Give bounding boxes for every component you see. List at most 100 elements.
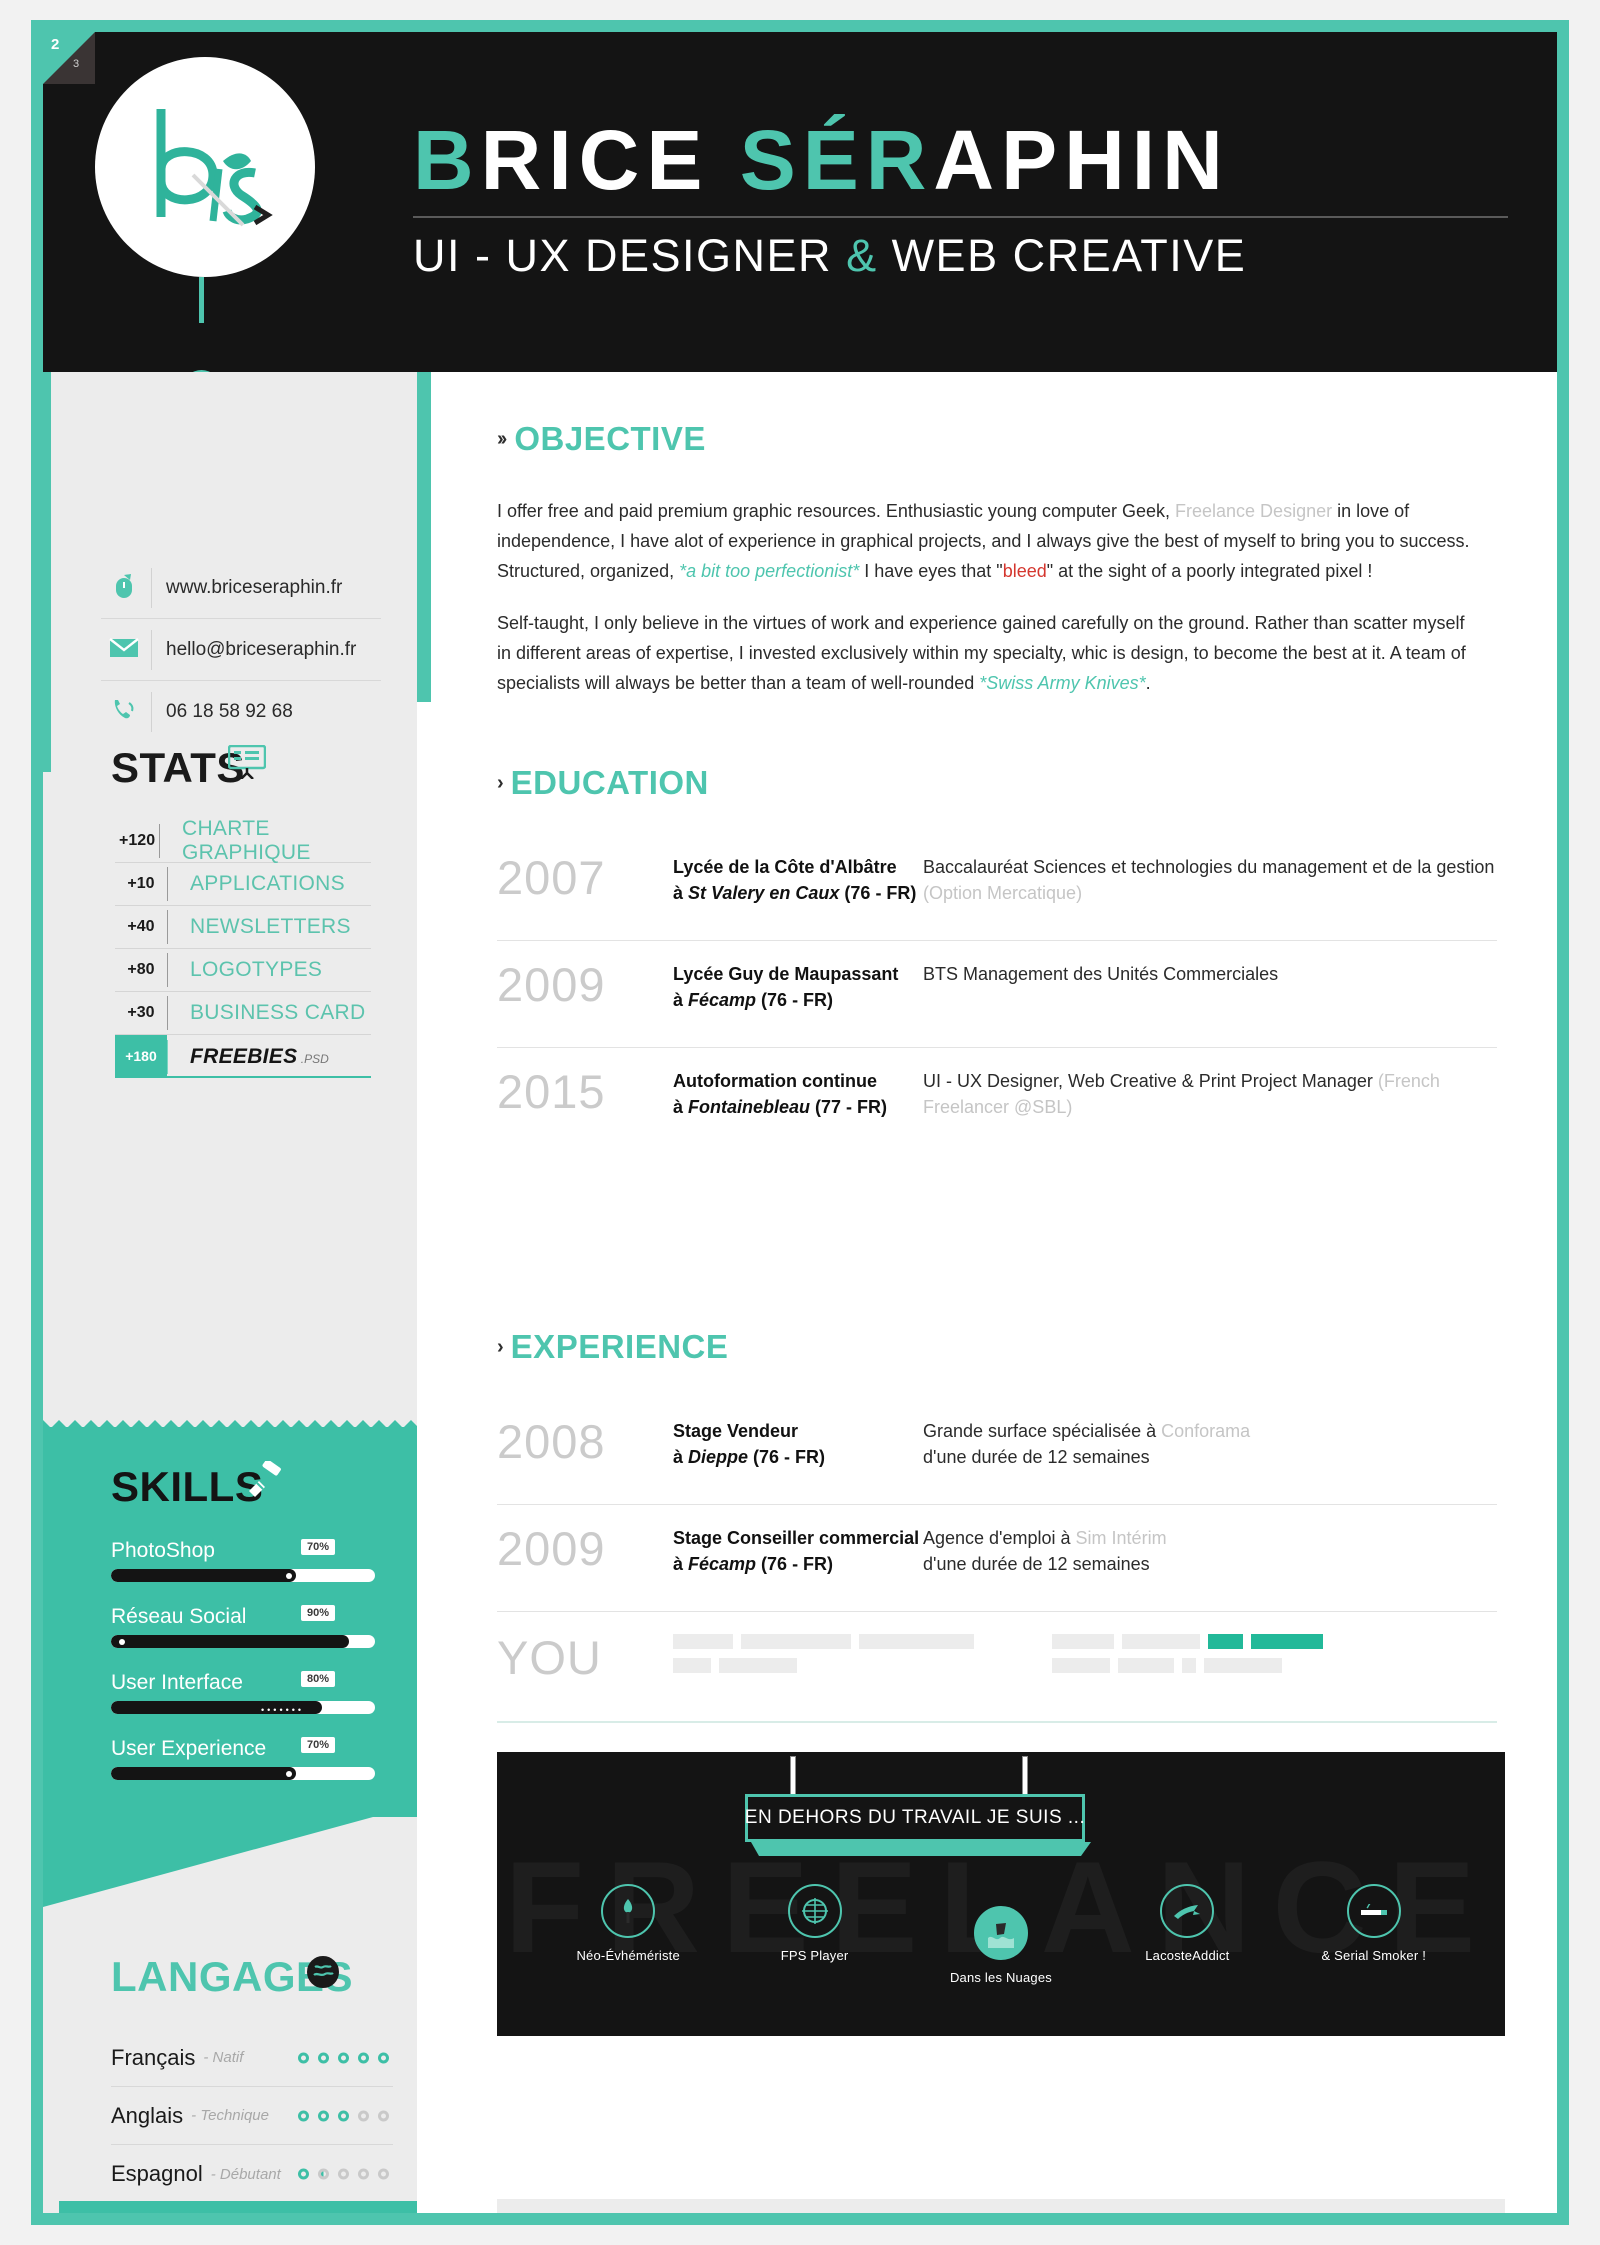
stat-row[interactable]: +40 NEWSLETTERS <box>115 906 371 949</box>
hobby-item: Néo-Évhémériste <box>548 1884 708 1985</box>
skill-track[interactable] <box>111 1635 375 1648</box>
mouse-icon <box>101 573 147 603</box>
placeholder-bar <box>719 1658 797 1673</box>
experience-entry: 2008 Stage Vendeur à Dieppe (76 - FR) Grand… <box>497 1398 1497 1505</box>
entry-description-line2: d'une durée de 12 semaines <box>923 1447 1150 1467</box>
page-badge-total: 3 <box>73 58 80 70</box>
language-row: Espagnol - Débutant <box>111 2145 393 2203</box>
contact-phone[interactable]: 06 18 58 92 68 <box>101 681 381 743</box>
hobby-label: FPS Player <box>780 1948 849 1963</box>
envelope-icon <box>101 637 147 663</box>
skill-dots: ••••••• <box>261 1705 305 1714</box>
stat-separator <box>167 1039 168 1074</box>
language-rating-dot <box>358 2052 369 2063</box>
stat-count: +80 <box>127 961 155 978</box>
placeholder-line <box>673 1634 974 1649</box>
languages-list: Français - Natif Anglais - Technique Espagno… <box>111 2029 393 2203</box>
language-name: Français <box>111 2044 196 2070</box>
stat-label-suffix: .PSD <box>297 1051 329 1066</box>
language-level: - Technique <box>191 2107 269 2124</box>
skill-name: User Experience <box>111 1737 267 1760</box>
sidebar: www.briceseraphin.fr hello@briceseraphin… <box>43 372 425 2213</box>
placeholder-bar <box>1052 1634 1114 1649</box>
skill-knob[interactable] <box>285 1572 292 1579</box>
contact-divider <box>151 692 152 732</box>
stat-row[interactable]: +80 LOGOTYPES <box>115 949 371 992</box>
language-rating <box>298 2168 389 2180</box>
cloud-wave-icon <box>973 1906 1028 1960</box>
name-part-3: APHIN <box>933 113 1230 207</box>
chevron-right-icon: › <box>497 1335 503 1358</box>
language-rating-dot <box>358 2110 369 2121</box>
entry-location: à Fontainebleau (77 - FR) <box>673 1097 888 1117</box>
tree-icon <box>601 1884 656 1938</box>
entry-description-note: (Option Mercatique) <box>923 883 1083 903</box>
objective-title: OBJECTIVE <box>514 420 706 457</box>
skills-list: PhotoShop 70% Réseau Social 90% User Interfa… <box>111 1539 375 1803</box>
globe-icon <box>307 1956 339 1988</box>
skill-fill <box>111 1569 296 1582</box>
stat-label: APPLICATIONS <box>190 872 345 895</box>
name-divider <box>413 216 1508 218</box>
skill-track[interactable] <box>111 1569 375 1582</box>
skill-track[interactable] <box>111 1767 375 1780</box>
placeholder-bar <box>859 1634 974 1649</box>
placeholder-group <box>1052 1634 1323 1673</box>
paintbrush-icon <box>249 1461 281 1497</box>
stat-count: +30 <box>127 1004 155 1021</box>
crocodile-icon <box>1160 1884 1215 1938</box>
entry-title: Autoformation continue à Fontainebleau (7… <box>673 1068 923 1120</box>
placeholder-bar <box>1251 1634 1323 1649</box>
skill-percent: 80% <box>300 1671 335 1687</box>
stat-row[interactable]: +120 CHARTE GRAPHIQUE <box>115 817 371 864</box>
obj-p1-teal: *a bit too perfectionist* <box>679 561 860 581</box>
stat-row[interactable]: +180 FREEBIES .PSD <box>115 1035 371 1078</box>
entry-description: Agence d'emploi à Sim Intérim d'une durée… <box>923 1525 1497 1577</box>
experience-title: EXPERIENCE <box>510 1328 729 1365</box>
skill-track[interactable]: ••••••• <box>111 1701 375 1714</box>
hobby-item: & Serial Smoker ! <box>1294 1884 1454 1985</box>
entry-year: 2009 <box>497 1522 606 1575</box>
entry-title: Stage Conseiller commercial à Fécamp (76 … <box>673 1525 923 1577</box>
education-entry: 2015 Autoformation continue à Fontaineblea… <box>497 1048 1497 1154</box>
name-part-2: SÉR <box>739 113 934 207</box>
entry-description: Grande surface spécialisée à Conforama d'… <box>923 1418 1497 1470</box>
education-header: › EDUCATION <box>497 764 1557 802</box>
chevron-right-icon: › <box>497 771 503 794</box>
language-rating-dot <box>378 2110 389 2121</box>
languages-panel: LANGAGES Français - Natif Anglais - Techniq… <box>51 1907 425 2213</box>
entry-location: à Fécamp (76 - FR) <box>673 990 834 1010</box>
stat-separator <box>167 953 168 987</box>
hobbies-list: Néo-Évhémériste FPS Player Dans les Nuages… <box>497 1884 1505 1985</box>
contact-website[interactable]: www.briceseraphin.fr <box>101 557 381 619</box>
stat-row[interactable]: +10 APPLICATIONS <box>115 863 371 906</box>
skill-knob[interactable] <box>119 1638 125 1645</box>
zigzag-edge <box>43 1420 417 1428</box>
language-rating-dot <box>358 2168 369 2180</box>
you-label: YOU <box>497 1631 602 1684</box>
experience-entry: 2009 Stage Conseiller commercial à Fécamp … <box>497 1505 1497 1612</box>
obj-p1-a: I offer free and paid premium graphic re… <box>497 501 1176 521</box>
language-row: Français - Natif <box>111 2029 393 2087</box>
entry-year: 2009 <box>497 958 606 1011</box>
page-frame: 2 3 BRICE SÉRAPHIN UI - UX DESIGNER & WE… <box>31 20 1569 2225</box>
main-bottom-strip <box>497 2199 1505 2213</box>
stat-row[interactable]: +30 BUSINESS CARD <box>115 992 371 1035</box>
education-section: › EDUCATION 2007 Lycée de la Côte d'Albât… <box>417 764 1557 1154</box>
obj-p1-c: I have eyes that " <box>859 561 1003 581</box>
skill-knob[interactable] <box>285 1770 292 1777</box>
name-block: BRICE SÉRAPHIN UI - UX DESIGNER & WEB CR… <box>413 118 1523 282</box>
hobby-item: Dans les Nuages <box>921 1906 1081 1985</box>
stat-label: FREEBIES .PSD <box>190 1044 329 1068</box>
sign-string-right <box>1022 1756 1028 1798</box>
entry-year: 2015 <box>497 1065 606 1118</box>
placeholder-bar <box>1208 1634 1243 1649</box>
subtitle-after: WEB CREATIVE <box>877 230 1247 281</box>
experience-header: › EXPERIENCE <box>497 1328 1557 1366</box>
skill-item: Réseau Social 90% <box>111 1605 375 1648</box>
contact-phone-value: 06 18 58 92 68 <box>166 701 293 722</box>
subtitle-ampersand: & <box>846 230 878 281</box>
contact-email[interactable]: hello@briceseraphin.fr <box>101 619 381 681</box>
hobby-label: Dans les Nuages <box>949 1970 1052 1985</box>
language-name: Anglais <box>111 2102 184 2128</box>
